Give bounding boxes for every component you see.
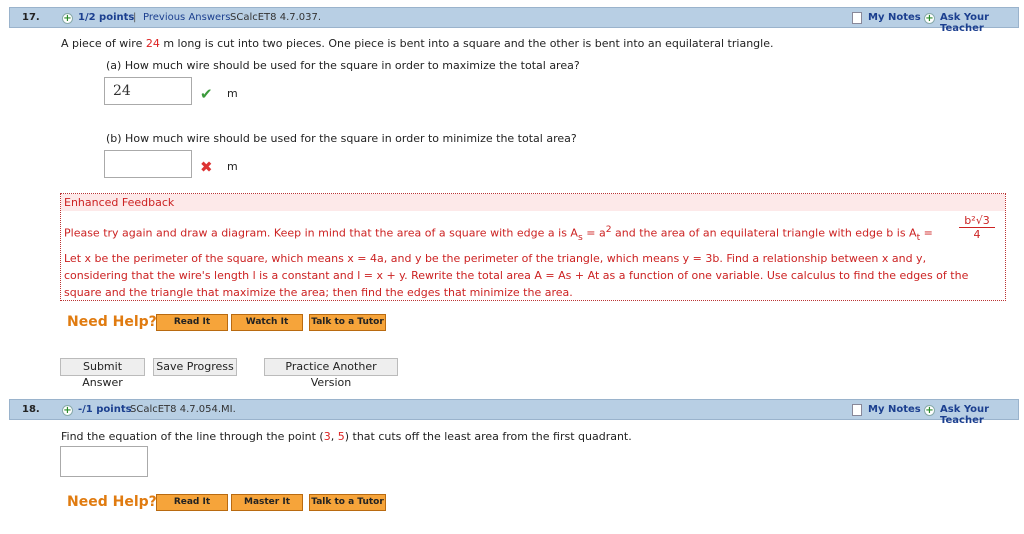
feedback-fraction: b²√3 4 [959,214,995,241]
feedback-line-3: considering that the wire's length l is … [64,269,969,282]
question-number: 17. [22,12,40,23]
fraction-denominator: 4 [973,228,981,241]
prompt-text: , [330,430,338,443]
my-notes-link[interactable]: My Notes [868,12,921,23]
talk-tutor-button[interactable]: Talk to a Tutor [309,314,386,331]
master-it-button[interactable]: Master It [231,494,303,511]
question-number: 18. [22,404,40,415]
read-it-button[interactable]: Read It [156,494,228,511]
prompt-text: A piece of wire [61,37,146,50]
question-17-header: 17. + 1/2 points | Previous Answers SCal… [9,7,1019,34]
answer-input[interactable] [60,446,148,477]
unit-label: m [227,87,238,100]
cross-icon: ✖ [200,158,213,176]
part-b-prompt: (b) How much wire should be used for the… [106,132,577,145]
plus-icon[interactable]: + [62,13,73,24]
prompt-text: ) that cuts off the least area from the … [344,430,632,443]
question-prompt: Find the equation of the line through th… [61,430,632,443]
notes-icon[interactable] [852,12,862,24]
feedback-text: and the area of an equilateral triangle … [611,226,917,240]
question-code: SCalcET8 4.7.054.MI. [130,404,236,415]
my-notes-link[interactable]: My Notes [868,404,921,415]
plus-icon[interactable]: + [62,405,73,416]
talk-tutor-button[interactable]: Talk to a Tutor [309,494,386,511]
question-code: SCalcET8 4.7.037. [230,12,322,23]
feedback-line-4: square and the triangle that maximize th… [64,286,573,299]
checkmark-icon: ✔ [200,85,213,103]
ask-teacher-link[interactable]: Ask Your Teacher [940,12,1018,34]
answer-a-input[interactable]: 24 [104,77,192,105]
separator: | [133,12,137,23]
points-label: -/1 points [78,404,132,415]
part-a-prompt: (a) How much wire should be used for the… [106,59,580,72]
answer-b-input[interactable] [104,150,192,178]
prompt-value: 3 [323,430,331,443]
prompt-value: 24 [145,37,160,50]
unit-label: m [227,160,238,173]
prompt-text: Find the equation of the line through th… [61,430,324,443]
feedback-title: Enhanced Feedback [61,194,1005,211]
notes-icon[interactable] [852,404,862,416]
feedback-text: = a [582,226,606,240]
submit-answer-button[interactable]: Submit Answer [60,358,145,389]
feedback-text: = [920,226,933,240]
points-label: 1/2 points [78,12,135,23]
prompt-value: 5 [337,430,345,443]
practice-another-button[interactable]: Practice Another Version [264,358,398,389]
previous-answers-link[interactable]: Previous Answers [143,12,230,23]
need-help-label: Need Help? [67,314,157,330]
watch-it-button[interactable]: Watch It [231,314,303,331]
save-progress-button[interactable]: Save Progress [153,358,237,376]
need-help-label: Need Help? [67,494,157,510]
question-18-header: 18. + -/1 points SCalcET8 4.7.054.MI. My… [9,399,1019,426]
prompt-text: m long is cut into two pieces. One piece… [159,37,774,50]
question-prompt: A piece of wire 24 m long is cut into tw… [61,37,773,50]
read-it-button[interactable]: Read It [156,314,228,331]
plus-icon[interactable]: + [924,13,935,24]
enhanced-feedback: Enhanced Feedback Please try again and d… [60,193,1006,301]
feedback-text: Please try again and draw a diagram. Kee… [64,226,578,240]
feedback-line-2: Let x be the perimeter of the square, wh… [64,252,927,265]
feedback-line-1: Please try again and draw a diagram. Kee… [64,224,933,243]
ask-teacher-link[interactable]: Ask Your Teacher [940,404,1018,426]
plus-icon[interactable]: + [924,405,935,416]
fraction-numerator: b²√3 [959,214,995,228]
